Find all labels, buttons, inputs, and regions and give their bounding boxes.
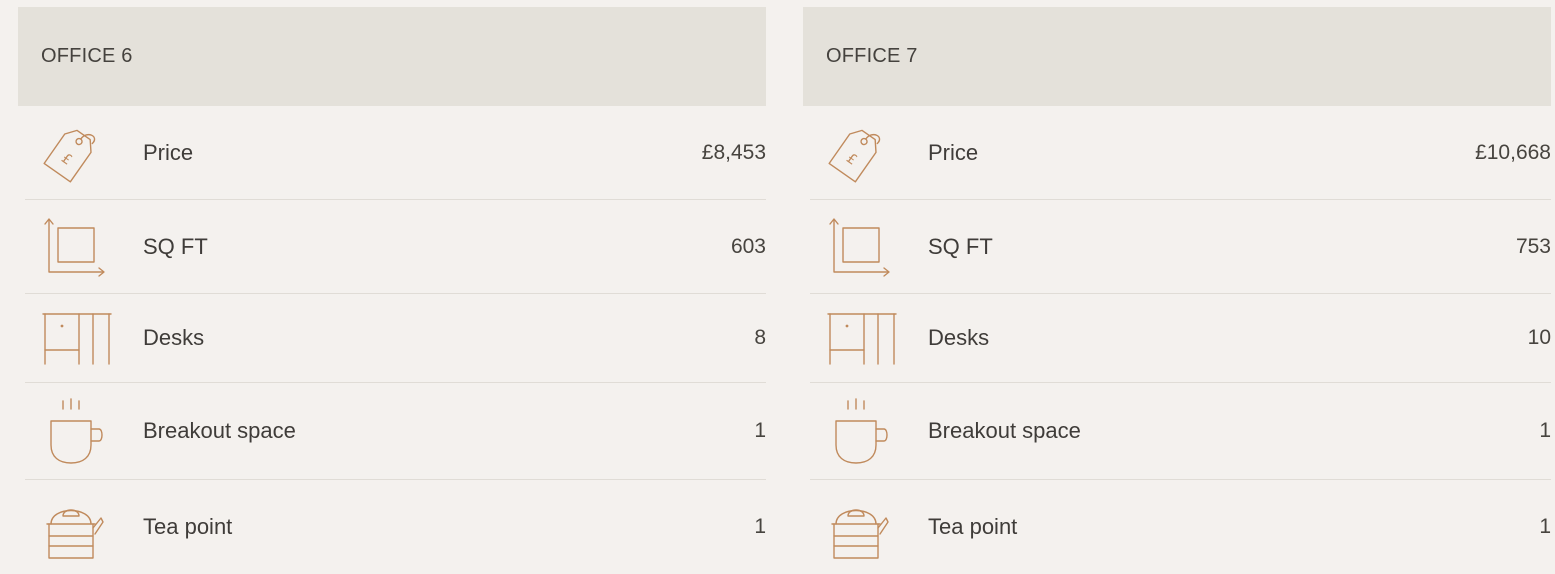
spec-label: Desks: [143, 325, 205, 350]
spec-row-breakout: Breakout space 1: [25, 383, 766, 480]
spec-label: Price: [143, 139, 194, 165]
spec-label: Price: [928, 139, 979, 165]
coffee-cup-icon: [25, 383, 143, 479]
spec-label: Breakout space: [928, 418, 1081, 443]
spec-row-sqft: SQ FT 603: [25, 200, 766, 294]
desk-icon: [25, 294, 143, 382]
spec-value: £10,668: [1475, 140, 1551, 164]
spec-row-breakout: Breakout space 1: [810, 383, 1551, 480]
svg-text:£: £: [843, 150, 859, 168]
spec-row-price: £ Price £8,453: [25, 106, 766, 200]
svg-text:£: £: [58, 150, 74, 168]
price-tag-icon: £: [810, 106, 928, 199]
coffee-cup-icon: [810, 383, 928, 479]
office-header: OFFICE 7: [803, 7, 1551, 106]
office-specs-list: £ Price £8,453 SQ FT 603 Desks 8 Breakou…: [25, 106, 766, 574]
spec-label: Tea point: [928, 514, 1018, 539]
spec-label: SQ FT: [143, 233, 208, 259]
spec-row-tea-point: Tea point 1: [25, 480, 766, 574]
floor-area-icon: [25, 200, 143, 293]
spec-value: 8: [754, 326, 766, 349]
office-title: OFFICE 6: [41, 45, 133, 67]
office-card-6: OFFICE 6 £ Price £8,453 SQ FT 603 Desks …: [18, 7, 766, 567]
kettle-icon: [25, 480, 143, 574]
office-header: OFFICE 6: [18, 7, 766, 106]
price-tag-icon: £: [25, 106, 143, 199]
kettle-icon: [810, 480, 928, 574]
spec-label: Breakout space: [143, 418, 296, 443]
floor-area-icon: [810, 200, 928, 293]
spec-value: 603: [730, 234, 766, 258]
spec-value: 1: [754, 419, 766, 442]
spec-row-price: £ Price £10,668: [810, 106, 1551, 200]
spec-value: 1: [1539, 515, 1551, 538]
spec-value: 1: [754, 515, 766, 538]
office-specs-list: £ Price £10,668 SQ FT 753 Desks 10 Break…: [810, 106, 1551, 574]
spec-row-tea-point: Tea point 1: [810, 480, 1551, 574]
spec-row-sqft: SQ FT 753: [810, 200, 1551, 294]
spec-row-desks: Desks 8: [25, 294, 766, 383]
spec-row-desks: Desks 10: [810, 294, 1551, 383]
office-title: OFFICE 7: [826, 45, 918, 67]
spec-label: Desks: [928, 325, 990, 350]
desk-icon: [810, 294, 928, 382]
spec-value: £8,453: [701, 140, 766, 164]
spec-value: 753: [1515, 234, 1551, 258]
spec-value: 10: [1527, 326, 1551, 349]
office-card-7: OFFICE 7 £ Price £10,668 SQ FT 753 Desks…: [803, 7, 1551, 567]
spec-label: Tea point: [143, 514, 233, 539]
spec-label: SQ FT: [928, 233, 993, 259]
spec-value: 1: [1539, 419, 1551, 442]
